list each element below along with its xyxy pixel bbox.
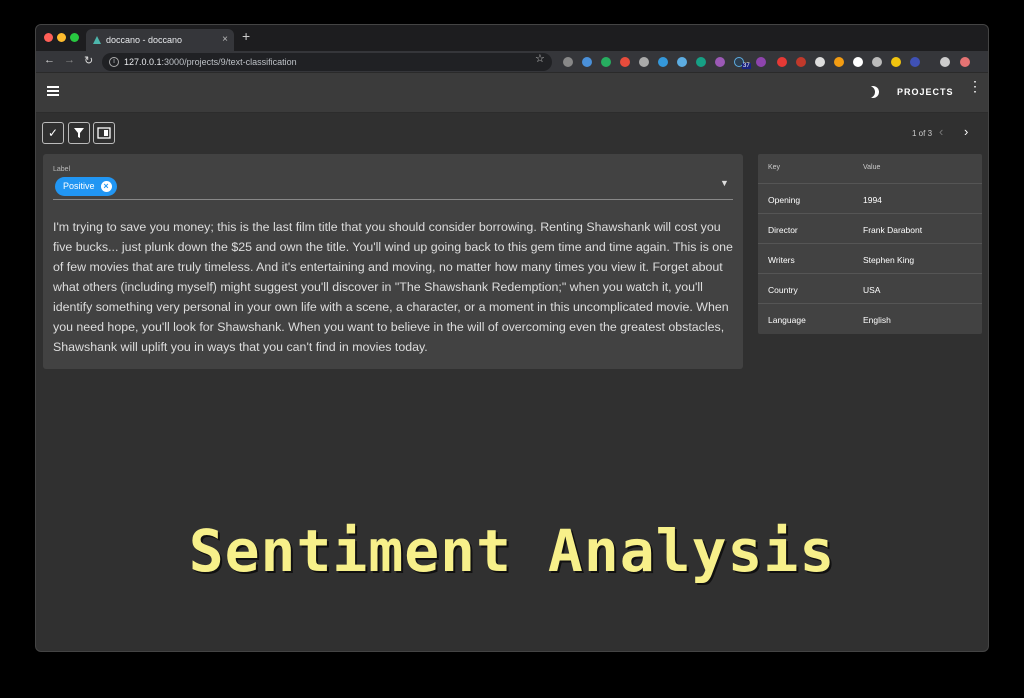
extension-icon[interactable] xyxy=(815,57,825,67)
more-vert-icon[interactable]: ⋮ xyxy=(968,79,982,93)
dropdown-caret-icon[interactable]: ▼ xyxy=(720,178,729,188)
tab-title: doccano - doccano xyxy=(106,35,183,45)
tab-close-icon[interactable]: × xyxy=(222,29,228,51)
metadata-value: Stephen King xyxy=(863,255,915,265)
table-row: Language English xyxy=(758,304,982,334)
table-row: Country USA xyxy=(758,274,982,304)
site-info-icon[interactable]: i xyxy=(109,57,119,67)
filter-icon[interactable] xyxy=(68,122,90,144)
projects-button[interactable]: PROJECTS xyxy=(897,87,954,97)
extension-icon[interactable] xyxy=(639,57,649,67)
review-text: I'm trying to save you money; this is th… xyxy=(53,220,733,354)
extension-icon[interactable] xyxy=(677,57,687,67)
metadata-value: 1994 xyxy=(863,195,882,205)
table-row: Opening 1994 xyxy=(758,184,982,214)
profile-avatar-icon[interactable] xyxy=(940,57,950,67)
tab-bar: doccano - doccano × + xyxy=(36,25,988,51)
doccano-favicon-icon xyxy=(93,36,101,44)
overlay-title: Sentiment Analysis xyxy=(188,517,836,585)
extension-icon[interactable] xyxy=(563,57,573,67)
hamburger-menu-icon[interactable] xyxy=(47,86,59,96)
extension-icon[interactable] xyxy=(796,57,806,67)
extension-icon[interactable] xyxy=(582,57,592,67)
browser-window: doccano - doccano × + ← → ↻ i 127.0.0.1:… xyxy=(36,25,988,651)
extension-icon[interactable] xyxy=(872,57,882,67)
label-field-underline xyxy=(53,199,733,200)
extension-icon[interactable] xyxy=(853,57,863,67)
extension-icon[interactable] xyxy=(715,57,725,67)
extension-icon[interactable] xyxy=(960,57,970,67)
extension-badge: 37 xyxy=(742,63,751,69)
previous-page-icon[interactable]: ‹ xyxy=(939,124,943,139)
bookmark-star-icon[interactable]: ☆ xyxy=(535,52,545,65)
metadata-key: Director xyxy=(768,225,798,235)
close-window-button[interactable] xyxy=(44,33,53,42)
next-page-icon[interactable]: › xyxy=(964,124,968,139)
value-column-header: Value xyxy=(863,164,881,171)
url-host: 127.0.0.1 xyxy=(124,57,162,67)
new-tab-button[interactable]: + xyxy=(242,28,250,44)
maximize-window-button[interactable] xyxy=(70,33,79,42)
metadata-key: Language xyxy=(768,315,806,325)
metadata-value: Frank Darabont xyxy=(863,225,923,235)
dark-mode-icon[interactable] xyxy=(867,86,879,98)
annotation-card: Label Positive × ▼ I'm trying to save yo… xyxy=(43,154,743,369)
metadata-header-row: Key Value xyxy=(758,154,982,184)
metadata-value: USA xyxy=(863,285,881,295)
label-chip-text: Positive xyxy=(63,181,95,191)
label-chip[interactable]: Positive × xyxy=(55,177,117,196)
metadata-table: Key Value Opening 1994 Director Frank Da… xyxy=(758,154,982,334)
metadata-value: English xyxy=(863,315,891,325)
remove-chip-icon[interactable]: × xyxy=(100,181,112,192)
table-row: Writers Stephen King xyxy=(758,244,982,274)
extension-icon[interactable] xyxy=(601,57,611,67)
minimize-window-button[interactable] xyxy=(57,33,66,42)
extension-icon[interactable] xyxy=(777,57,787,67)
reload-icon[interactable]: ↻ xyxy=(84,54,93,67)
app-bar: PROJECTS ⋮ xyxy=(36,73,988,113)
metadata-key: Country xyxy=(768,285,798,295)
browser-toolbar: ← → ↻ i 127.0.0.1:3000/projects/9/text-c… xyxy=(36,51,988,73)
browser-tab[interactable]: doccano - doccano × xyxy=(86,29,234,51)
url-path: :3000/projects/9/text-classification xyxy=(161,57,297,67)
table-row: Director Frank Darabont xyxy=(758,214,982,244)
key-column-header: Key xyxy=(768,164,781,171)
back-arrow-icon[interactable]: ← xyxy=(44,54,55,66)
extension-icon[interactable] xyxy=(756,57,766,67)
extension-icon[interactable] xyxy=(834,57,844,67)
metadata-panel-icon[interactable] xyxy=(93,122,115,144)
extension-icon[interactable] xyxy=(891,57,901,67)
extension-icon[interactable] xyxy=(696,57,706,67)
pagination-text: 1 of 3 xyxy=(912,129,933,138)
address-bar[interactable]: i 127.0.0.1:3000/projects/9/text-classif… xyxy=(102,53,552,71)
metadata-key: Writers xyxy=(768,255,795,265)
label-field-caption: Label xyxy=(53,166,71,173)
forward-arrow-icon[interactable]: → xyxy=(64,54,75,66)
extension-icon[interactable] xyxy=(910,57,920,67)
metadata-key: Opening xyxy=(768,195,801,205)
extension-icon[interactable] xyxy=(658,57,668,67)
extension-icon[interactable] xyxy=(620,57,630,67)
check-icon[interactable]: ✓ xyxy=(42,122,64,144)
